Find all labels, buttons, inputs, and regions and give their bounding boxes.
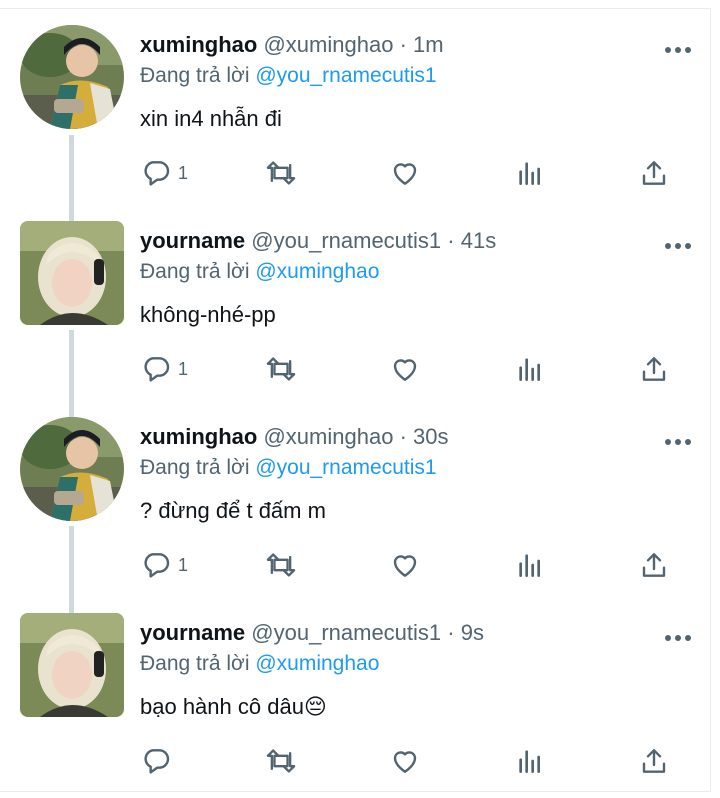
retweet-icon [264, 549, 298, 581]
replying-to: Đang trả lời @you_rnamecutis1 [140, 63, 437, 89]
tweet-text: bạo hành cô dâu😔 [140, 694, 327, 719]
tweet[interactable]: yourname @you_rnamecutis1 · 41s Đang trả… [0, 204, 710, 400]
avatar[interactable] [20, 221, 124, 325]
tweet-actions: 1 [140, 156, 680, 190]
tweet-text: không-nhé-pp [140, 302, 276, 327]
reply-icon [140, 745, 172, 777]
more-icon[interactable] [664, 42, 692, 53]
replying-prefix: Đang trả lời [140, 652, 250, 675]
avatar[interactable] [20, 613, 124, 717]
timestamp[interactable]: 30s [413, 424, 448, 449]
views-button[interactable] [514, 744, 546, 778]
tweet-header: xuminghao @xuminghao · 30s [140, 424, 449, 450]
tweet-text: xin in4 nhẫn đi [140, 106, 282, 131]
views-button[interactable] [514, 548, 546, 582]
reply-icon [140, 549, 172, 581]
views-icon [514, 745, 546, 777]
mention-link[interactable]: @xuminghao [255, 652, 379, 675]
display-name[interactable]: xuminghao [140, 32, 257, 57]
share-icon [638, 353, 670, 385]
retweet-icon [264, 157, 298, 189]
separator-dot: · [447, 620, 455, 645]
share-button[interactable] [638, 744, 670, 778]
like-button[interactable] [389, 744, 421, 778]
share-button[interactable] [638, 352, 670, 386]
more-icon[interactable] [664, 434, 692, 445]
display-name[interactable]: yourname [140, 228, 245, 253]
views-icon [514, 353, 546, 385]
reply-count: 1 [178, 358, 189, 379]
tweet-actions: 1 [140, 352, 680, 386]
share-button[interactable] [638, 548, 670, 582]
retweet-button[interactable] [264, 744, 298, 778]
share-icon [638, 549, 670, 581]
replying-prefix: Đang trả lời [140, 64, 250, 87]
timestamp[interactable]: 1m [413, 32, 444, 57]
share-icon [638, 157, 670, 189]
mention-link[interactable]: @you_rnamecutis1 [255, 456, 436, 479]
heart-icon [389, 157, 421, 189]
replying-prefix: Đang trả lời [140, 260, 250, 283]
views-button[interactable] [514, 352, 546, 386]
tweet[interactable]: xuminghao @xuminghao · 30s Đang trả lời … [0, 400, 710, 596]
reply-button[interactable]: 1 [140, 548, 188, 582]
replying-to: Đang trả lời @xuminghao [140, 259, 379, 285]
reply-count: 1 [178, 162, 189, 183]
display-name[interactable]: xuminghao [140, 424, 257, 449]
tweet-actions [140, 744, 680, 778]
replying-prefix: Đang trả lời [140, 456, 250, 479]
separator-dot: · [399, 32, 407, 57]
reply-button[interactable] [140, 744, 178, 778]
separator-dot: · [399, 424, 407, 449]
tweet-header: yourname @you_rnamecutis1 · 41s [140, 228, 496, 254]
heart-icon [389, 549, 421, 581]
reply-count: 1 [178, 554, 189, 575]
share-button[interactable] [638, 156, 670, 190]
views-button[interactable] [514, 156, 546, 190]
like-button[interactable] [389, 548, 421, 582]
reply-icon [140, 353, 172, 385]
mention-link[interactable]: @you_rnamecutis1 [255, 64, 436, 87]
retweet-button[interactable] [264, 352, 298, 386]
display-name[interactable]: yourname [140, 620, 245, 645]
retweet-button[interactable] [264, 156, 298, 190]
separator-dot: · [447, 228, 455, 253]
tweet-text: ? đừng để t đấm m [140, 498, 326, 523]
tweet-header: xuminghao @xuminghao · 1m [140, 32, 444, 58]
reply-button[interactable]: 1 [140, 156, 188, 190]
username[interactable]: @xuminghao [263, 32, 393, 57]
retweet-button[interactable] [264, 548, 298, 582]
username[interactable]: @you_rnamecutis1 [251, 620, 441, 645]
retweet-icon [264, 353, 298, 385]
timestamp[interactable]: 9s [461, 620, 484, 645]
views-icon [514, 157, 546, 189]
username[interactable]: @xuminghao [263, 424, 393, 449]
mention-link[interactable]: @xuminghao [255, 260, 379, 283]
timestamp[interactable]: 41s [461, 228, 496, 253]
tweet-actions: 1 [140, 548, 680, 582]
like-button[interactable] [389, 156, 421, 190]
reply-icon [140, 157, 172, 189]
views-icon [514, 549, 546, 581]
more-icon[interactable] [664, 630, 692, 641]
username[interactable]: @you_rnamecutis1 [251, 228, 441, 253]
tweet[interactable]: yourname @you_rnamecutis1 · 9s Đang trả … [0, 596, 710, 792]
avatar[interactable] [20, 417, 124, 521]
heart-icon [389, 745, 421, 777]
retweet-icon [264, 745, 298, 777]
like-button[interactable] [389, 352, 421, 386]
replying-to: Đang trả lời @xuminghao [140, 651, 379, 677]
reply-button[interactable]: 1 [140, 352, 188, 386]
tweet-header: yourname @you_rnamecutis1 · 9s [140, 620, 484, 646]
replying-to: Đang trả lời @you_rnamecutis1 [140, 455, 437, 481]
more-icon[interactable] [664, 238, 692, 249]
avatar[interactable] [20, 25, 124, 129]
share-icon [638, 745, 670, 777]
tweet[interactable]: xuminghao @xuminghao · 1m Đang trả lời @… [0, 8, 710, 204]
heart-icon [389, 353, 421, 385]
